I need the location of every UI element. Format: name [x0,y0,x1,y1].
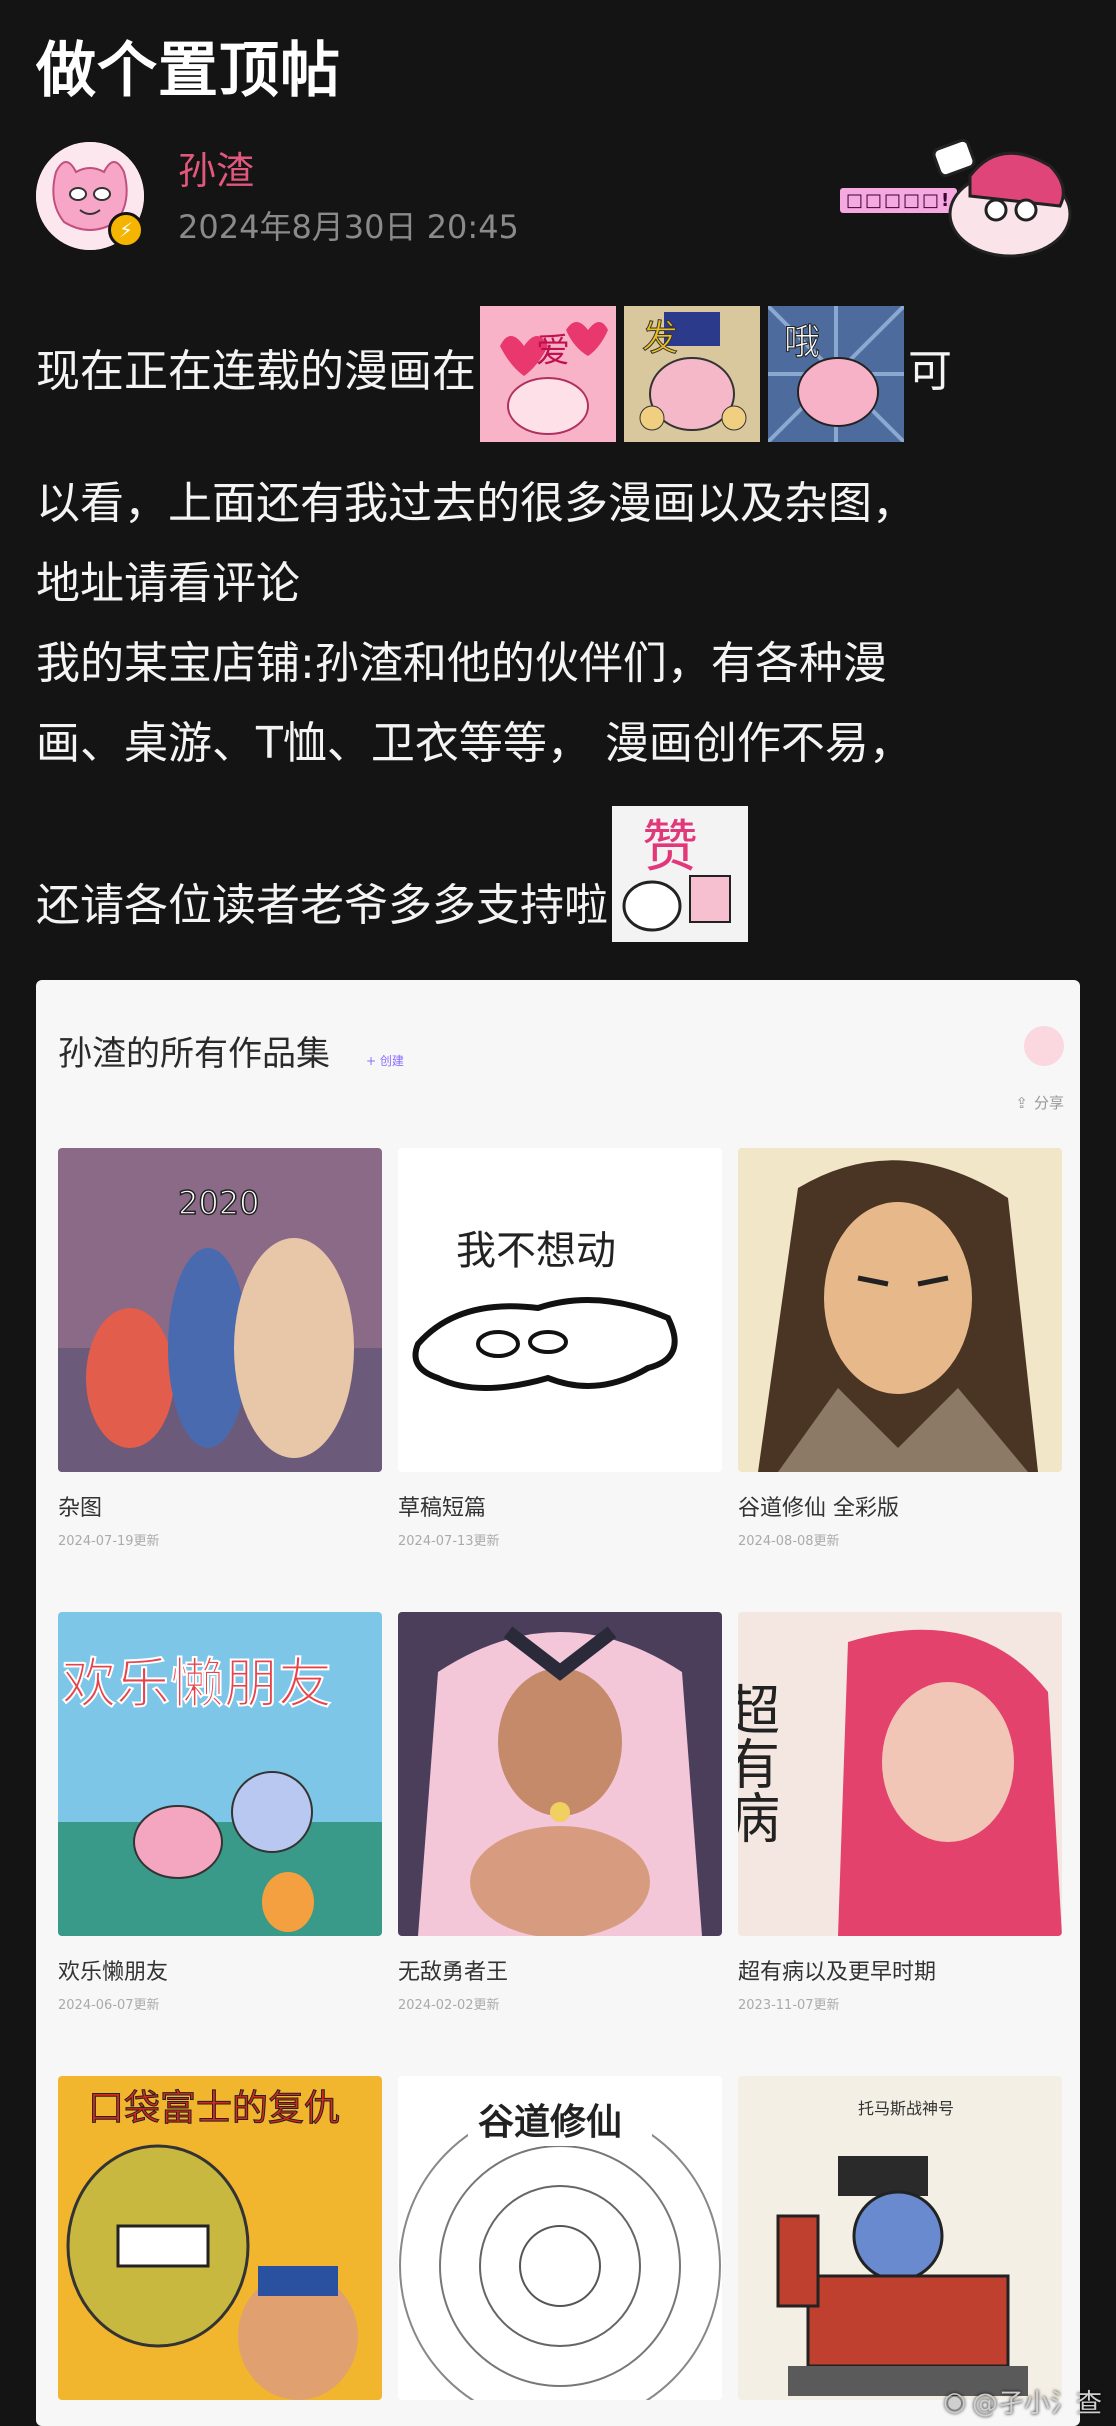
emoji-oh-sticker: 哦 [766,304,906,444]
work-thumbnail[interactable]: 托马斯战神号 [738,2076,1062,2400]
svg-text:谷道修仙: 谷道修仙 [478,2102,622,2143]
author-row: ⚡ 孙渣 2024年8月30日 20:45 □□□□□! [36,136,1080,266]
work-name: 草稿短篇 [398,1496,487,1521]
work-name: 杂图 [58,1496,103,1521]
work-item[interactable]: 谷道修仙 [398,2076,722,2400]
work-updated-date: 2024-07-13更新 [398,1534,500,1549]
svg-text:2020: 2020 [178,1184,259,1222]
svg-text:爱: 爱 [536,331,570,371]
work-name: 无敌勇者王 [398,1960,509,1985]
decoration-sticker[interactable]: □□□□□! [840,136,1080,266]
work-updated-date: 2024-06-07更新 [58,1998,160,2013]
work-item[interactable]: 我不想动 草稿短篇 2024-07-13更新 [398,1148,722,1549]
svg-text:托马斯战神号: 托马斯战神号 [858,2099,954,2118]
weibo-logo-icon: ◉ [943,2386,966,2417]
weibo-watermark: ◉ @孑小氵查 [943,2383,1102,2420]
work-name: 欢乐懒朋友 [58,1960,169,1985]
post-text-segment: 可 [908,346,952,397]
post-page: 做个置顶帖 ⚡ 孙渣 2024年8月30日 20:45 □□□□□! 现在正在连… [0,0,1116,2426]
emoji-rich-sticker: 发 [624,306,760,442]
work-item[interactable]: 口袋富士的复仇 [58,2076,382,2400]
collection-subtag[interactable]: + 创建 [366,1052,404,1069]
work-name: 谷道修仙 全彩版 [738,1496,899,1521]
post-line-4: 我的某宝店铺:孙渣和他的伙伴们，有各种漫 [36,638,887,689]
character-sticker-icon [932,138,1072,258]
work-item[interactable]: 2020 杂图 2024-07-19更新 [58,1148,382,1549]
svg-text:赞: 赞 [642,815,698,880]
emoji-love-sticker: 爱 [480,306,616,442]
author-name[interactable]: 孙渣 [178,140,254,195]
works-collection-card[interactable]: 孙渣的所有作品集 + 创建 ⇪ 分享 2020 杂图 2024-07-19更新 … [36,980,1080,2426]
post-line-3: 地址请看评论 [36,558,300,609]
work-thumbnail[interactable] [738,1148,1062,1472]
work-updated-date: 2024-08-08更新 [738,1534,840,1549]
post-line-2: 以看，上面还有我过去的很多漫画以及杂图， [36,478,916,529]
share-label: 分享 [1033,1094,1064,1112]
emoji-like-sticker: 赞 [612,806,748,942]
work-item[interactable]: 欢乐懒朋友 欢乐懒朋友 2024-06-07更新 [58,1612,382,2013]
post-text-segment: 还请各位读者老爷多多支持啦 [36,880,608,931]
svg-text:发: 发 [642,318,678,359]
collection-title[interactable]: 孙渣的所有作品集 [58,1026,330,1075]
work-updated-date: 2024-07-19更新 [58,1534,160,1549]
verified-badge-icon: ⚡ [108,212,144,248]
post-line-1: 现在正在连载的漫画在 爱 发 哦可 [36,304,1080,444]
svg-text:我不想动: 我不想动 [456,1228,616,1274]
post-line-5: 画、桌游、T恤、卫衣等等， 漫画创作不易， [36,718,913,769]
work-thumbnail[interactable]: 谷道修仙 [398,2076,722,2400]
work-thumbnail[interactable]: 我不想动 [398,1148,722,1472]
svg-text:超有病: 超有病 [738,1682,780,1844]
work-item[interactable]: 无敌勇者王 2024-02-02更新 [398,1612,722,2013]
post-text-segment: 现在正在连载的漫画在 [36,346,476,397]
work-name: 超有病以及更早时期 [738,1960,937,1985]
post-title: 做个置顶帖 [36,36,341,106]
watermark-text: @孑小氵查 [971,2389,1102,2419]
work-updated-date: 2024-02-02更新 [398,1998,500,2013]
svg-text:哦: 哦 [784,322,820,363]
share-button[interactable]: ⇪ 分享 [1015,1092,1064,1113]
post-timestamp: 2024年8月30日 20:45 [178,208,519,246]
svg-text:欢乐懒朋友: 欢乐懒朋友 [62,1652,332,1715]
work-thumbnail[interactable]: 口袋富士的复仇 [58,2076,382,2400]
post-line-6: 还请各位读者老爷多多支持啦赞 [36,806,1080,946]
share-icon: ⇪ [1015,1093,1028,1112]
work-thumbnail[interactable]: 2020 [58,1148,382,1472]
work-thumbnail[interactable]: 超有病 [738,1612,1062,1936]
work-thumbnail[interactable]: 欢乐懒朋友 [58,1612,382,1936]
work-updated-date: 2023-11-07更新 [738,1998,840,2013]
svg-text:口袋富士的复仇: 口袋富士的复仇 [88,2088,340,2129]
collection-avatar[interactable] [1024,1026,1064,1066]
work-item[interactable]: 谷道修仙 全彩版 2024-08-08更新 [738,1148,1062,1549]
work-thumbnail[interactable] [398,1612,722,1936]
work-item[interactable]: 托马斯战神号 [738,2076,1062,2400]
work-item[interactable]: 超有病 超有病以及更早时期 2023-11-07更新 [738,1612,1062,2013]
